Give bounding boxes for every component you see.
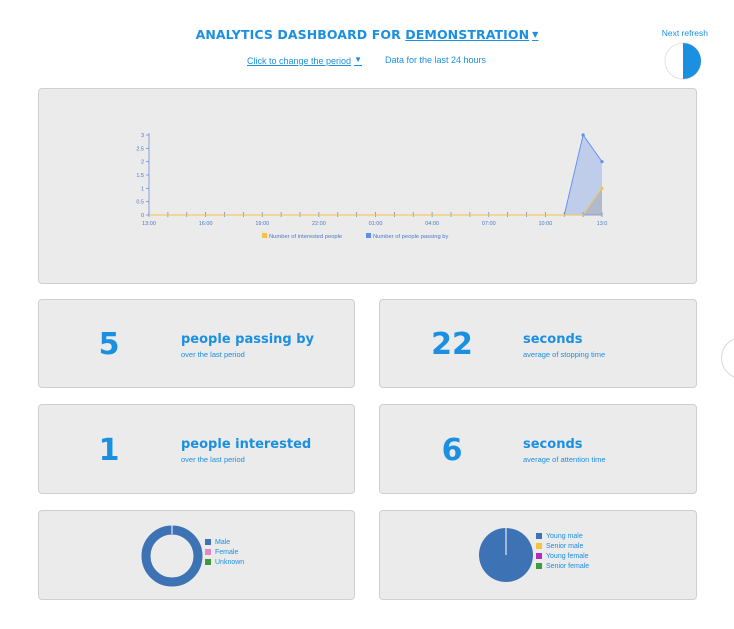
- chart-y-tick-label: 2: [141, 160, 144, 166]
- interested-value: 1: [98, 433, 120, 468]
- legend-swatch-unknown: [205, 558, 211, 565]
- chart-point-number-of-people-passing-by: [600, 160, 604, 164]
- legend-swatch-female: [205, 548, 211, 555]
- side-scroll-handle[interactable]: [721, 337, 734, 379]
- legend-label-senior-female: Senior female: [546, 563, 590, 570]
- chart-x-tick-label: 04:00: [425, 221, 439, 227]
- chart-line-number-of-interested-people: [149, 188, 603, 216]
- legend-label-unknown: Unknown: [215, 559, 245, 566]
- interested-title: people interested: [181, 437, 312, 452]
- title-prefix: ANALYTICS DASHBOARD FOR: [195, 27, 401, 42]
- stopping-card: 22 seconds average of stopping time: [379, 299, 697, 388]
- legend-item-male: Male: [205, 538, 244, 548]
- chart-x-tick-label: 13:00: [142, 221, 156, 227]
- stopping-title: seconds: [523, 332, 583, 347]
- chart-x-tick-label: 13:0: [597, 221, 608, 227]
- passing-value: 5: [98, 327, 120, 362]
- chart-legend-label-number-of-interested-people: Number of interested people: [269, 234, 342, 240]
- chart-y-tick-label: 3: [141, 133, 144, 139]
- legend-swatch-young-female: [536, 552, 542, 559]
- dashboard-title: ANALYTICS DASHBOARD FOR DEMONSTRATION ▼: [0, 27, 734, 42]
- attention-card: 6 seconds average of attention time: [379, 404, 697, 494]
- chart-x-tick-label: 07:00: [482, 221, 496, 227]
- chart-y-tick-label: 0.5: [136, 200, 144, 206]
- stopping-value: 22: [431, 327, 473, 362]
- legend-swatch-male: [205, 538, 211, 545]
- timeline-chart: 3 2.5 2 1.5 1 0.5 0 13:00 16:00 19:00 22:00 01:00 04…: [136, 133, 608, 240]
- chart-area-number-of-interested-people: [149, 188, 602, 215]
- legend-item-young-female: Young female: [536, 552, 589, 562]
- legend-swatch-senior-male: [536, 542, 542, 549]
- chart-y-tick-label: 0: [141, 213, 144, 219]
- chart-legend-swatch-number-of-interested-people: [262, 233, 267, 238]
- chart-y-tick-label: 1: [141, 186, 144, 192]
- chart-x-tick-label: 01:00: [369, 221, 383, 227]
- period-info: Data for the last 24 hours: [385, 55, 487, 65]
- age-legend: Young male Senior male Young female Seni…: [536, 532, 589, 572]
- project-name: DEMONSTRATION: [405, 27, 530, 42]
- gender-donut-slice-male: [141, 525, 203, 587]
- change-period-label: Click to change the period: [247, 56, 352, 66]
- chart-x-tick-label: 19:00: [255, 221, 269, 227]
- chart-x-tick-label: 10:00: [538, 221, 552, 227]
- chevron-down-icon: ▼: [354, 55, 362, 64]
- gender-donut-chart: [141, 525, 203, 587]
- chart-legend-swatch-number-of-people-passing-by: [366, 233, 371, 238]
- legend-item-unknown: Unknown: [205, 558, 244, 568]
- attention-title: seconds: [523, 437, 583, 452]
- chart-legend-label-number-of-people-passing-by: Number of people passing by: [373, 234, 449, 240]
- age-chart-card: Young male Senior male Young female Seni…: [379, 510, 697, 600]
- chart-line-number-of-people-passing-by: [149, 133, 603, 216]
- legend-item-senior-male: Senior male: [536, 542, 589, 552]
- chart-y-tick-label: 1.5: [136, 173, 144, 179]
- interested-card: 1 people interested over the last period: [38, 404, 355, 494]
- legend-label-senior-male: Senior male: [546, 543, 584, 550]
- refresh-timer-icon: [664, 42, 702, 80]
- legend-swatch-young-male: [536, 532, 542, 539]
- chevron-down-icon: ▼: [532, 30, 539, 39]
- chart-area-number-of-people-passing-by: [149, 135, 602, 215]
- passing-subtitle: over the last period: [181, 350, 245, 359]
- gender-chart-card: Male Female Unknown: [38, 510, 355, 600]
- chart-x-tick-label: 16:00: [199, 221, 213, 227]
- chart-x-tick-label: 22:00: [312, 221, 326, 227]
- stopping-subtitle: average of stopping time: [523, 350, 606, 359]
- passing-title: people passing by: [181, 332, 315, 347]
- legend-item-senior-female: Senior female: [536, 562, 589, 572]
- passing-card: 5 people passing by over the last period: [38, 299, 355, 388]
- timeline-chart-card: 3 2.5 2 1.5 1 0.5 0 13:00 16:00 19:00 22:00 01:00 04…: [38, 88, 697, 284]
- chart-point-number-of-interested-people: [600, 186, 604, 190]
- gender-legend: Male Female Unknown: [205, 538, 244, 568]
- legend-label-female: Female: [215, 549, 239, 556]
- next-refresh-label: Next refresh: [661, 28, 708, 38]
- legend-swatch-senior-female: [536, 562, 542, 569]
- chart-y-tick-label: 2.5: [136, 146, 144, 152]
- change-period-link[interactable]: Click to change the period ▼: [247, 55, 362, 66]
- age-pie-chart: [479, 528, 533, 582]
- legend-item-female: Female: [205, 548, 244, 558]
- legend-label-male: Male: [215, 539, 231, 546]
- chart-point-number-of-people-passing-by: [581, 133, 585, 137]
- legend-item-young-male: Young male: [536, 532, 589, 542]
- legend-label-young-female: Young female: [546, 553, 589, 560]
- attention-subtitle: average of attention time: [523, 455, 606, 464]
- interested-subtitle: over the last period: [181, 455, 245, 464]
- legend-label-young-male: Young male: [546, 533, 583, 540]
- attention-value: 6: [441, 433, 463, 468]
- project-selector[interactable]: DEMONSTRATION ▼: [405, 27, 538, 42]
